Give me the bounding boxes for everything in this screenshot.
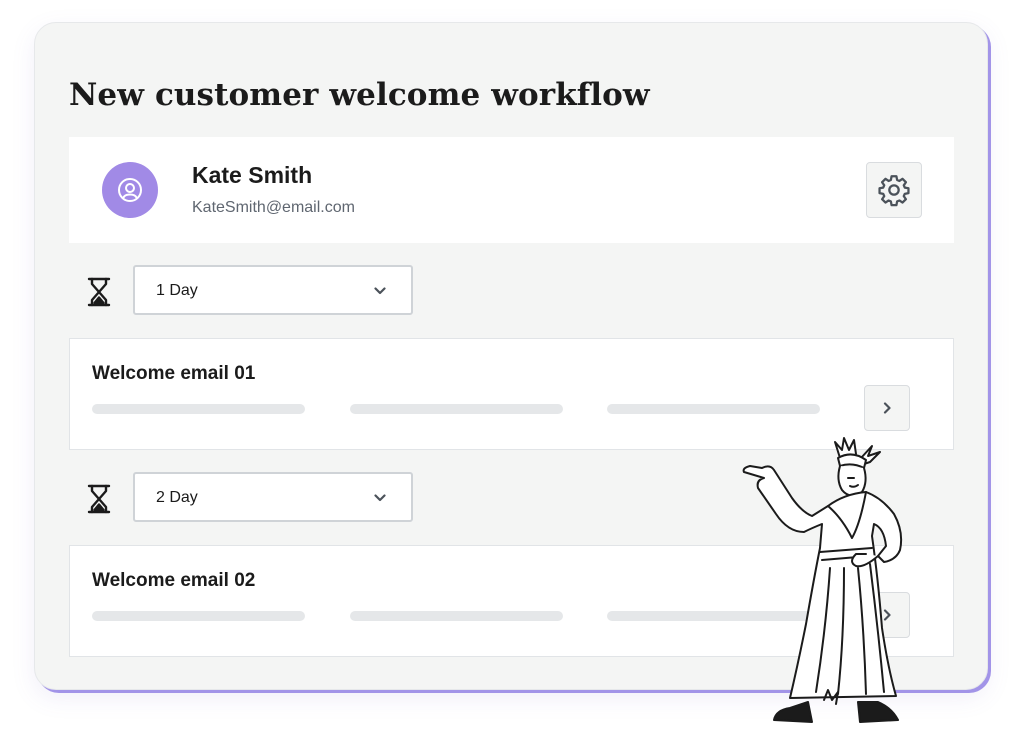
page-title: New customer welcome workflow: [69, 77, 650, 113]
hourglass-icon: [87, 484, 111, 514]
open-email-button[interactable]: [864, 385, 910, 431]
user-circle-icon: [118, 178, 142, 202]
chevron-right-icon: [883, 402, 891, 414]
chevron-down-icon: [374, 287, 386, 295]
delay-row: 1 Day: [69, 265, 469, 317]
delay-select[interactable]: 2 Day: [133, 472, 413, 522]
avatar: [102, 162, 158, 218]
placeholder-bar: [92, 404, 305, 414]
settings-button[interactable]: [866, 162, 922, 218]
delay-row: 2 Day: [69, 472, 469, 524]
placeholder-bar: [92, 611, 305, 621]
gear-icon: [878, 175, 910, 207]
contact-email: KateSmith@email.com: [192, 199, 355, 216]
delay-select[interactable]: 1 Day: [133, 265, 413, 315]
contact-panel: Kate Smith KateSmith@email.com: [69, 137, 954, 243]
mascot-illustration: [742, 437, 903, 723]
email-title: Welcome email 02: [92, 570, 256, 591]
contact-name: Kate Smith: [192, 162, 313, 188]
placeholder-bar: [607, 404, 820, 414]
email-title: Welcome email 01: [92, 363, 256, 384]
hourglass-icon: [87, 277, 111, 307]
delay-value: 1 Day: [156, 282, 198, 299]
chevron-down-icon: [374, 494, 386, 502]
placeholder-bar: [350, 611, 563, 621]
delay-value: 2 Day: [156, 489, 198, 506]
placeholder-bar: [350, 404, 563, 414]
